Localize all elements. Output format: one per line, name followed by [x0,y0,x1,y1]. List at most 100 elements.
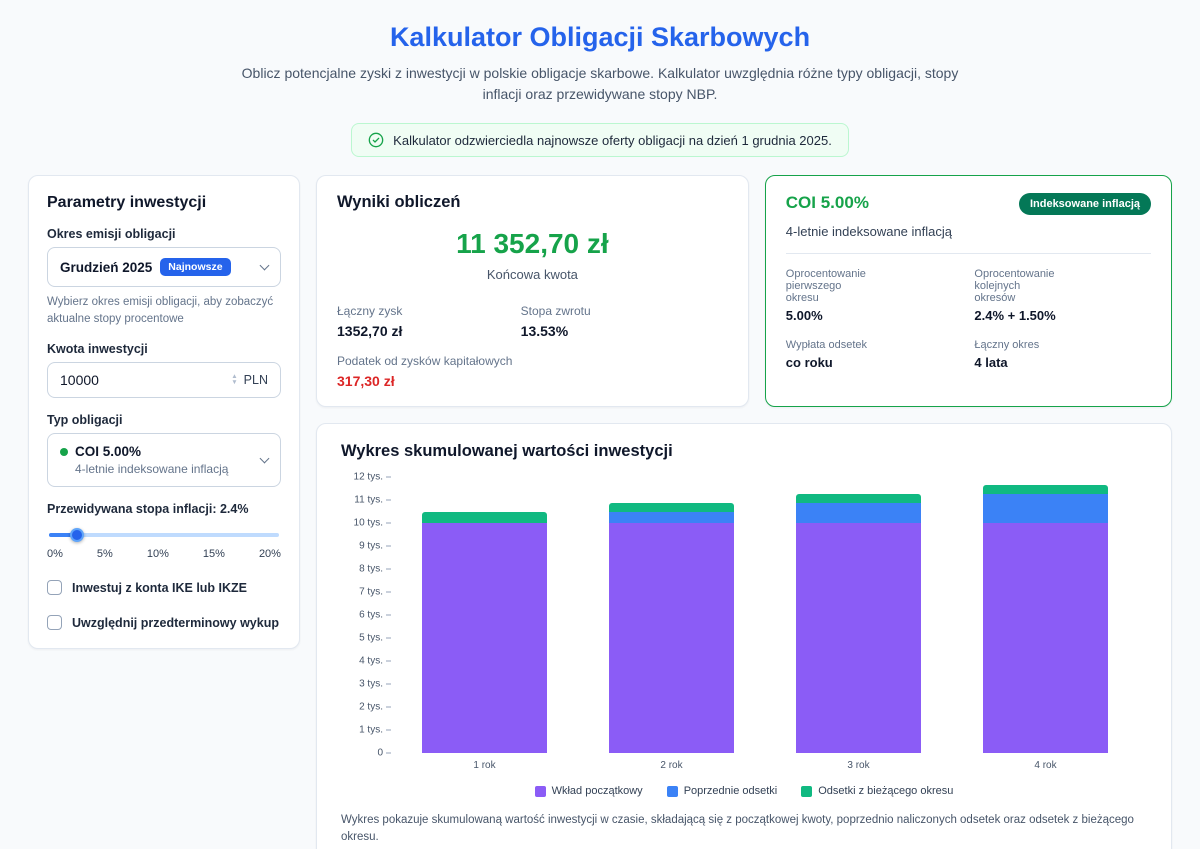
results-stats: Łączny zysk 1352,70 zł Stopa zwrotu 13.5… [337,304,728,339]
chart-bar-segment [422,512,547,524]
bond-details-subtitle: 4-letnie indeksowane inflacją [786,224,1151,239]
legend-item: Odsetki z bieżącego okresu [801,785,953,797]
interest-payout-label: Wypłata odsetek [786,339,869,351]
bond-type-value: COI 5.00% [75,444,141,459]
chart-bar-segment [796,503,921,523]
chart-x-label: 1 rok [391,760,578,771]
top-row: Wyniki obliczeń 11 352,70 zł Końcowa kwo… [316,175,1172,407]
chart-bar-segment [983,485,1108,494]
slider-tick-label: 15% [203,548,225,560]
chart-bar [422,512,547,754]
newest-badge: Najnowsze [160,258,230,276]
amount-input[interactable] [60,372,231,388]
cumulative-value-chart: 01 tys.2 tys.3 tys.4 tys.5 tys.6 tys.7 t… [341,477,1147,771]
inflation-slider-thumb[interactable] [70,528,84,542]
chart-bar-segment [609,523,734,753]
total-period-value: 4 lata [974,355,1057,370]
divider [786,253,1151,254]
slider-tick-label: 20% [259,548,281,560]
content: Parametry inwestycji Okres emisji obliga… [28,175,1172,849]
number-stepper-icon[interactable]: ▲▼ [231,374,237,388]
next-periods-rate-stat: Oprocentowanie kolejnych okresów 2.4% + … [974,268,1057,323]
chart-y-tick: 10 tys. [354,518,391,529]
page-title: Kalkulator Obligacji Skarbowych [28,22,1172,53]
chart-y-tick: 11 tys. [354,495,391,506]
final-amount-label: Końcowa kwota [337,267,728,282]
legend-swatch-icon [667,786,678,797]
chart-x-label: 4 rok [952,760,1139,771]
chart-bar-column [578,477,765,753]
chart-x-label: 3 rok [765,760,952,771]
bond-type-select[interactable]: COI 5.00% 4-letnie indeksowane inflacją [47,433,281,487]
currency-label: PLN [244,373,268,387]
page-subtitle: Oblicz potencjalne zyski z inwestycji w … [240,63,960,105]
tax-label: Podatek od zysków kapitałowych [337,354,728,368]
bond-details-panel: COI 5.00% Indeksowane inflacją 4-letnie … [765,175,1172,407]
results-panel: Wyniki obliczeń 11 352,70 zł Końcowa kwo… [316,175,749,407]
bond-type-desc: 4-letnie indeksowane inflacją [75,462,228,476]
next-periods-rate-value: 2.4% + 1.50% [974,308,1057,323]
chart-plot-area: 1 rok2 rok3 rok4 rok [391,477,1139,771]
chart-y-tick: 8 tys. [359,564,391,575]
bond-status-dot-icon [60,448,68,456]
emission-period-help: Wybierz okres emisji obligacji, aby zoba… [47,294,281,327]
chart-x-label: 2 rok [578,760,765,771]
chart-y-tick: 3 tys. [359,679,391,690]
chart-bar-segment [609,512,734,524]
chart-bar-segment [796,523,921,753]
legend-swatch-icon [535,786,546,797]
early-redemption-checkbox-label: Uwzględnij przedterminowy wykup [72,616,279,630]
chart-bar-segment [983,494,1108,523]
bond-details-header: COI 5.00% Indeksowane inflacją [786,193,1151,215]
chart-y-tick: 4 tys. [359,656,391,667]
chart-y-tick: 12 tys. [354,472,391,483]
total-period-label: Łączny okres [974,339,1057,351]
chart-x-axis: 1 rok2 rok3 rok4 rok [391,760,1139,771]
early-redemption-checkbox-row[interactable]: Uwzględnij przedterminowy wykup [47,615,281,630]
chart-title: Wykres skumulowanej wartości inwestycji [341,442,1147,461]
legend-label: Poprzednie odsetki [684,785,778,797]
bond-type-label: Typ obligacji [47,413,281,427]
inflation-slider[interactable] [49,528,279,542]
ike-checkbox[interactable] [47,580,62,595]
bond-calculator-page: Kalkulator Obligacji Skarbowych Oblicz p… [0,0,1200,849]
parameters-title: Parametry inwestycji [47,194,281,212]
interest-payout-stat: Wypłata odsetek co roku [786,339,869,370]
main-column: Wyniki obliczeń 11 352,70 zł Końcowa kwo… [316,175,1172,849]
inflation-label: Przewidywana stopa inflacji: 2.4% [47,502,281,516]
chart-panel: Wykres skumulowanej wartości inwestycji … [316,423,1172,849]
interest-payout-value: co roku [786,355,869,370]
slider-tick-labels: 0%5%10%15%20% [47,548,281,560]
slider-tick-label: 10% [147,548,169,560]
legend-item: Wkład początkowy [535,785,643,797]
chart-y-tick: 9 tys. [359,541,391,552]
tax-stat: Podatek od zysków kapitałowych 317,30 zł [337,354,728,389]
legend-label: Odsetki z bieżącego okresu [818,785,953,797]
update-banner: Kalkulator odzwierciedla najnowsze ofert… [351,123,849,157]
chart-y-tick: 5 tys. [359,633,391,644]
chart-plot [391,477,1139,753]
first-period-rate-stat: Oprocentowanie pierwszego okresu 5.00% [786,268,869,323]
results-title: Wyniki obliczeń [337,193,728,212]
update-banner-text: Kalkulator odzwierciedla najnowsze ofert… [393,133,832,148]
bond-details-grid: Oprocentowanie pierwszego okresu 5.00% O… [786,268,1151,370]
chart-y-tick: 0 [377,748,391,759]
ike-checkbox-row[interactable]: Inwestuj z konta IKE lub IKZE [47,580,281,595]
chart-bar [983,485,1108,753]
amount-label: Kwota inwestycji [47,342,281,356]
chart-caption: Wykres pokazuje skumulowaną wartość inwe… [341,812,1147,845]
final-amount-block: 11 352,70 zł Końcowa kwota [337,228,728,282]
chart-bar [609,503,734,753]
total-period-stat: Łączny okres 4 lata [974,339,1057,370]
chevron-down-icon [260,454,270,464]
page-header: Kalkulator Obligacji Skarbowych Oblicz p… [28,22,1172,157]
chart-bar-segment [422,523,547,753]
ike-checkbox-label: Inwestuj z konta IKE lub IKZE [72,581,247,595]
legend-item: Poprzednie odsetki [667,785,778,797]
return-rate-label: Stopa zwrotu [521,304,705,318]
chart-y-axis: 01 tys.2 tys.3 tys.4 tys.5 tys.6 tys.7 t… [345,477,391,753]
early-redemption-checkbox[interactable] [47,615,62,630]
emission-period-select[interactable]: Grudzień 2025 Najnowsze [47,247,281,287]
inflation-indexed-badge: Indeksowane inflacją [1019,193,1151,215]
chart-y-tick: 7 tys. [359,587,391,598]
